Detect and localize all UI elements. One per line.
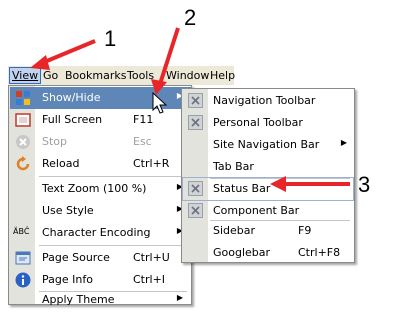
mouse-pointer-icon: [152, 91, 168, 114]
callout-arrow-1: [30, 39, 96, 70]
callout-number-3: 3: [358, 172, 371, 197]
callout-number-2: 2: [184, 5, 197, 30]
callout-arrow-2: [151, 27, 180, 95]
annotation-overlay: [30, 27, 350, 192]
callout-arrow-3: [270, 176, 350, 192]
callout-number-1: 1: [104, 26, 117, 51]
